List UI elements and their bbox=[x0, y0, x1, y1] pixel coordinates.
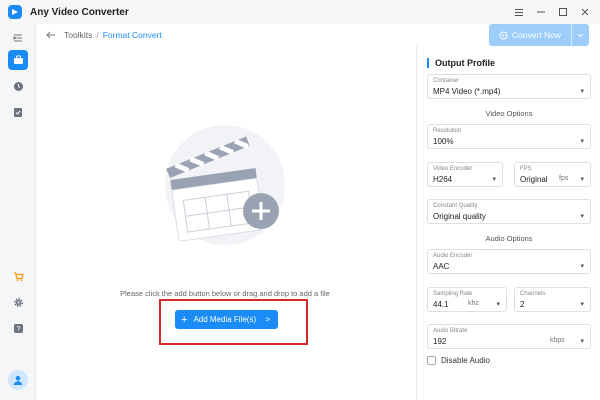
sampling-rate-value: 44.1 bbox=[433, 300, 449, 309]
help-icon[interactable]: ? bbox=[8, 318, 28, 338]
container-value: MP4 Video (*.mp4) bbox=[433, 87, 501, 96]
sampling-rate-label: Sampling Rate bbox=[433, 291, 473, 297]
chevron-down-icon: ▾ bbox=[580, 213, 584, 220]
constant-quality-value: Original quality bbox=[433, 212, 486, 221]
audio-bitrate-value: 192 bbox=[433, 337, 447, 346]
video-encoder-label: Video Encoder bbox=[433, 166, 473, 172]
constant-quality-label: Constant Quality bbox=[433, 203, 478, 209]
audio-bitrate-select[interactable]: Audio Bitrate 192 kbps ▾ bbox=[427, 324, 591, 349]
back-arrow-icon[interactable] bbox=[44, 28, 58, 42]
channels-label: Channels bbox=[520, 291, 546, 297]
resolution-select[interactable]: Resolution 100% ▾ bbox=[427, 124, 591, 149]
avatar[interactable] bbox=[8, 370, 28, 390]
app-title: Any Video Converter bbox=[30, 6, 129, 18]
close-icon[interactable] bbox=[574, 0, 596, 24]
highlight-box bbox=[159, 299, 308, 345]
audio-options-heading: Audio Options bbox=[485, 234, 533, 243]
chevron-down-icon: ▾ bbox=[580, 176, 584, 183]
fps-label: FPS bbox=[520, 166, 532, 172]
breadcrumb-format-convert: Format Convert bbox=[102, 30, 162, 40]
fps-value: Original bbox=[520, 175, 548, 184]
disable-audio-label: Disable Audio bbox=[441, 356, 490, 365]
panel-title: Output Profile bbox=[427, 58, 495, 68]
sampling-rate-select[interactable]: Sampling Rate 44.1 khz ▾ bbox=[427, 287, 507, 312]
history-clock-icon[interactable] bbox=[8, 76, 28, 96]
drop-area[interactable]: Please click the add button below or dra… bbox=[36, 46, 414, 400]
audio-bitrate-label: Audio Bitrate bbox=[433, 328, 468, 334]
video-options-heading: Video Options bbox=[485, 109, 533, 118]
chevron-down-icon: ▾ bbox=[580, 138, 584, 145]
left-rail: ? bbox=[0, 24, 36, 400]
svg-text:?: ? bbox=[16, 326, 20, 333]
video-encoder-value: H264 bbox=[433, 175, 453, 184]
resolution-label: Resolution bbox=[433, 128, 462, 134]
chevron-down-icon: ▾ bbox=[580, 301, 584, 308]
chevron-down-icon: ▾ bbox=[496, 301, 500, 308]
chevron-down-icon: ▾ bbox=[492, 176, 496, 183]
convert-now-label: Convert Now bbox=[511, 30, 562, 40]
convert-icon bbox=[499, 31, 508, 39]
audio-bitrate-unit: kbps bbox=[550, 337, 565, 344]
fps-unit: fps bbox=[559, 175, 569, 182]
app-logo-icon bbox=[8, 5, 22, 19]
convert-now-button[interactable]: Convert Now bbox=[489, 24, 589, 46]
audio-encoder-value: AAC bbox=[433, 262, 450, 271]
cart-icon[interactable] bbox=[8, 266, 28, 286]
breadcrumb-toolkits[interactable]: Toolkits bbox=[64, 30, 92, 40]
toolkit-icon[interactable] bbox=[8, 50, 28, 70]
sampling-rate-unit: khz bbox=[468, 300, 479, 307]
channels-select[interactable]: Channels 2 ▾ bbox=[514, 287, 591, 312]
resolution-value: 100% bbox=[433, 137, 454, 146]
title-bar: Any Video Converter bbox=[0, 0, 600, 24]
maximize-icon[interactable] bbox=[552, 0, 574, 24]
menu-icon[interactable] bbox=[508, 0, 530, 24]
drop-hint-text: Please click the add button below or dra… bbox=[120, 289, 330, 298]
output-profile-panel: Output Profile Container MP4 Video (*.mp… bbox=[416, 46, 600, 400]
disable-audio-option[interactable]: Disable Audio bbox=[427, 356, 490, 365]
tasks-check-icon[interactable] bbox=[8, 102, 28, 122]
audio-encoder-label: Audio Encoder bbox=[433, 253, 473, 259]
clapperboard-illustration-icon bbox=[165, 125, 285, 245]
container-select[interactable]: Container MP4 Video (*.mp4) ▾ bbox=[427, 74, 591, 99]
chevron-down-icon: ▾ bbox=[580, 263, 584, 270]
page-header: Toolkits / Format Convert Convert Now bbox=[36, 24, 600, 46]
constant-quality-select[interactable]: Constant Quality Original quality ▾ bbox=[427, 199, 591, 224]
collapse-sidebar-icon[interactable] bbox=[8, 28, 28, 48]
channels-value: 2 bbox=[520, 300, 525, 309]
fps-select[interactable]: FPS Original fps ▾ bbox=[514, 162, 591, 187]
chevron-down-icon: ▾ bbox=[580, 88, 584, 95]
chevron-down-icon: ▾ bbox=[580, 338, 584, 345]
disable-audio-checkbox[interactable] bbox=[427, 356, 436, 365]
video-encoder-select[interactable]: Video Encoder H264 ▾ bbox=[427, 162, 503, 187]
settings-gear-icon[interactable] bbox=[8, 292, 28, 312]
minimize-icon[interactable] bbox=[530, 0, 552, 24]
audio-encoder-select[interactable]: Audio Encoder AAC ▾ bbox=[427, 249, 591, 274]
container-label: Container bbox=[433, 78, 460, 84]
chevron-down-icon[interactable] bbox=[571, 24, 589, 46]
breadcrumb-separator: / bbox=[96, 30, 99, 40]
